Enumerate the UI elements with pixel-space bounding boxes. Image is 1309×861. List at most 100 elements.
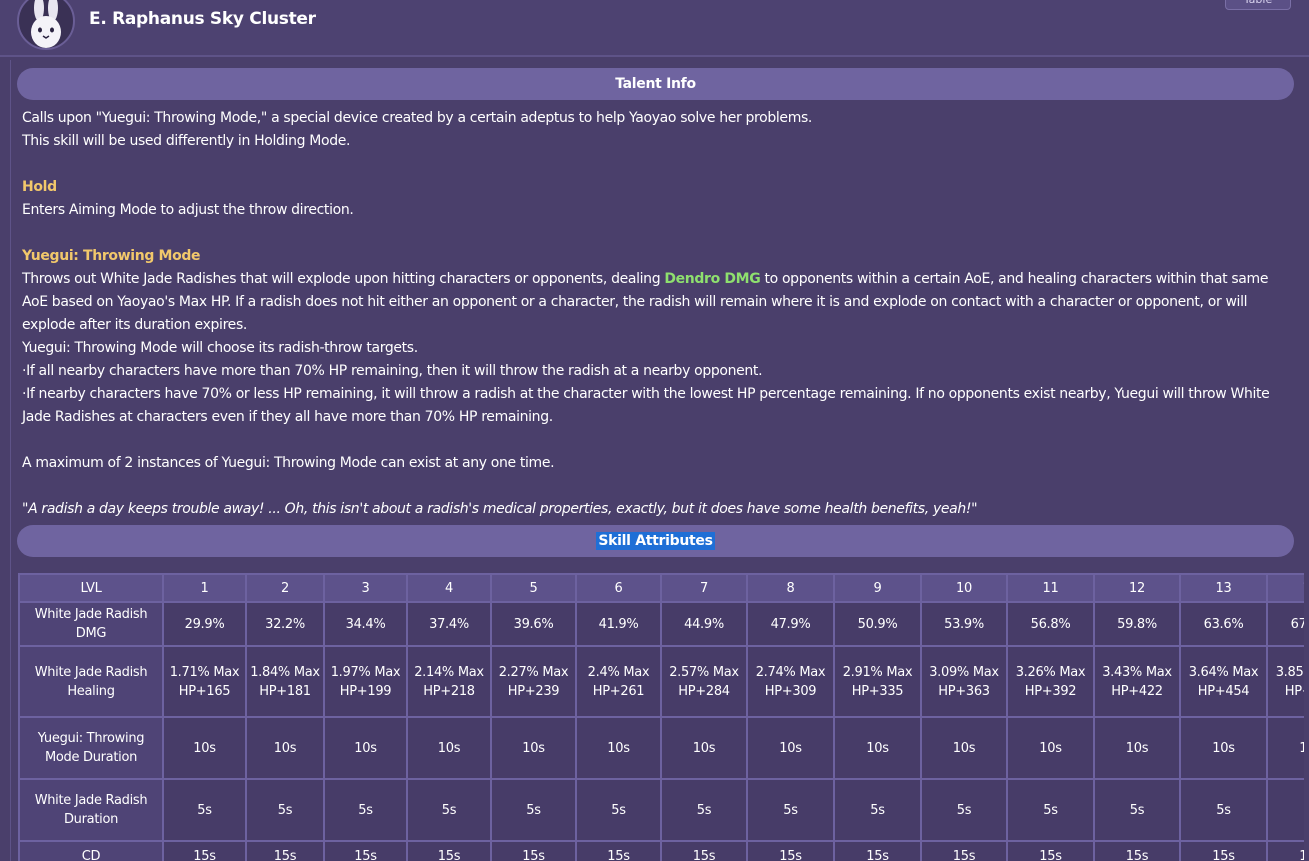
table-tab[interactable]: Table — [1225, 0, 1291, 10]
table-cell: 15s — [920, 840, 1008, 861]
table-cell: 10s — [490, 716, 577, 780]
skill-attributes-label: Skill Attributes — [596, 532, 715, 550]
header-cell: 5 — [490, 573, 577, 603]
table-cell: 10s — [406, 716, 492, 780]
table-cell: 15s — [1179, 840, 1268, 861]
table-row: CD 15s 15s 15s 15s 15s 15s 15s 15s 15s 15s 15s 15s 15… — [18, 840, 1304, 861]
table-cell: 5s — [1093, 778, 1181, 842]
rule-1: ·If all nearby characters have more than… — [22, 363, 763, 379]
table-cell: 37.4% — [406, 601, 492, 647]
skill-attributes-table: LVL 1 2 3 4 5 6 7 8 9 10 11 12 13 14 Whi… — [18, 573, 1304, 861]
header-cell: 7 — [660, 573, 748, 603]
skill-attributes-heading[interactable]: Skill Attributes — [17, 525, 1294, 557]
table-cell: 2.14% Max HP+218 — [406, 645, 492, 718]
table-cell: 53.9% — [920, 601, 1008, 647]
header-cell: 13 — [1179, 573, 1268, 603]
table-cell: 15s — [490, 840, 577, 861]
table-cell: 15s — [1093, 840, 1181, 861]
header-cell: 11 — [1006, 573, 1095, 603]
intro-line-2: This skill will be used differently in H… — [22, 133, 351, 149]
table-cell: 2.4% Max HP+261 — [575, 645, 662, 718]
table-cell: 5s — [1006, 778, 1095, 842]
dendro-dmg-keyword: Dendro DMG — [664, 271, 761, 287]
table-cell: 5s — [1179, 778, 1268, 842]
table-cell: 15s — [660, 840, 748, 861]
row-label: White Jade Radish Duration — [18, 778, 164, 842]
talent-content: Talent Info Calls upon "Yuegui: Throwing… — [10, 60, 1304, 861]
table-cell: 34.4% — [323, 601, 408, 647]
table-header-row: LVL 1 2 3 4 5 6 7 8 9 10 11 12 13 14 — [18, 573, 1304, 603]
table-cell: 10s — [833, 716, 922, 780]
table-row: White Jade Radish Duration 5s 5s 5s 5s 5s 5s 5s… — [18, 778, 1304, 842]
table-cell: 50.9% — [833, 601, 922, 647]
talent-info-heading[interactable]: Talent Info — [17, 68, 1294, 100]
max-instances: A maximum of 2 instances of Yuegui: Thro… — [22, 455, 555, 471]
table-cell: 10s — [746, 716, 835, 780]
table-cell: 5s — [323, 778, 408, 842]
hold-title: Hold — [22, 179, 57, 195]
header-cell: 8 — [746, 573, 835, 603]
table-cell: 2.91% Max HP+335 — [833, 645, 922, 718]
table-cell: 5s — [245, 778, 325, 842]
table-cell: 67.3% — [1266, 601, 1304, 647]
table-cell: 2.27% Max HP+239 — [490, 645, 577, 718]
table-cell: 56.8% — [1006, 601, 1095, 647]
page-title: E. Raphanus Sky Cluster — [89, 9, 316, 29]
intro-line-1: Calls upon "Yuegui: Throwing Mode," a sp… — [22, 110, 813, 126]
table-cell: 15s — [746, 840, 835, 861]
table-cell: 47.9% — [746, 601, 835, 647]
header-cell: 6 — [575, 573, 662, 603]
table-cell: 5s — [575, 778, 662, 842]
table-cell: 10s — [1179, 716, 1268, 780]
table-cell: 10s — [575, 716, 662, 780]
table-cell: 3.09% Max HP+363 — [920, 645, 1008, 718]
table-cell: 10s — [323, 716, 408, 780]
header-cell: 2 — [245, 573, 325, 603]
header-cell: 10 — [920, 573, 1008, 603]
skill-icon — [17, 0, 75, 50]
table-cell: 1.97% Max HP+199 — [323, 645, 408, 718]
row-label: CD — [18, 840, 164, 861]
talent-description: Calls upon "Yuegui: Throwing Mode," a sp… — [22, 107, 1292, 521]
table-cell: 2.74% Max HP+309 — [746, 645, 835, 718]
table-cell: 1.84% Max HP+181 — [245, 645, 325, 718]
table-cell: 39.6% — [490, 601, 577, 647]
table-cell: 3.26% Max HP+392 — [1006, 645, 1095, 718]
mode-title: Yuegui: Throwing Mode — [22, 248, 201, 264]
header-cell: LVL — [18, 573, 164, 603]
table-cell: 5s — [1266, 778, 1304, 842]
table-cell: 3.43% Max HP+422 — [1093, 645, 1181, 718]
row-label: White Jade Radish Healing — [18, 645, 164, 718]
table-cell: 5s — [406, 778, 492, 842]
mode-text-a: Throws out White Jade Radishes that will… — [22, 271, 665, 287]
mode-text: Throws out White Jade Radishes that will… — [22, 268, 1292, 337]
table-cell: 15s — [245, 840, 325, 861]
table-cell: 44.9% — [660, 601, 748, 647]
mode-targets: Yuegui: Throwing Mode will choose its ra… — [22, 340, 418, 356]
table-cell: 10s — [660, 716, 748, 780]
header-cell: 14 — [1266, 573, 1304, 603]
table-cell: 32.2% — [245, 601, 325, 647]
table-cell: 15s — [833, 840, 922, 861]
header: E. Raphanus Sky Cluster Table — [0, 0, 1309, 57]
header-cell: 1 — [162, 573, 247, 603]
table-cell: 5s — [833, 778, 922, 842]
header-cell: 12 — [1093, 573, 1181, 603]
table-row: Yuegui: Throwing Mode Duration 10s 10s 10s 1… — [18, 716, 1304, 780]
table-cell: 10s — [1006, 716, 1095, 780]
table-cell: 10s — [1093, 716, 1181, 780]
header-cell: 9 — [833, 573, 922, 603]
table-cell: 10s — [162, 716, 247, 780]
table-cell: 29.9% — [162, 601, 247, 647]
flavor-quote: "A radish a day keeps trouble away! ... … — [22, 501, 978, 517]
table-cell: 63.6% — [1179, 601, 1268, 647]
rabbit-icon — [31, 0, 61, 48]
table-cell: 15s — [406, 840, 492, 861]
table-cell: 41.9% — [575, 601, 662, 647]
table-cell: 10s — [245, 716, 325, 780]
table-cell: 10s — [920, 716, 1008, 780]
table-cell: 5s — [490, 778, 577, 842]
table-row: White Jade Radish DMG 29.9% 32.2% 34.4% 37.4… — [18, 601, 1304, 647]
table-cell: 5s — [920, 778, 1008, 842]
table-cell: 15s — [1006, 840, 1095, 861]
